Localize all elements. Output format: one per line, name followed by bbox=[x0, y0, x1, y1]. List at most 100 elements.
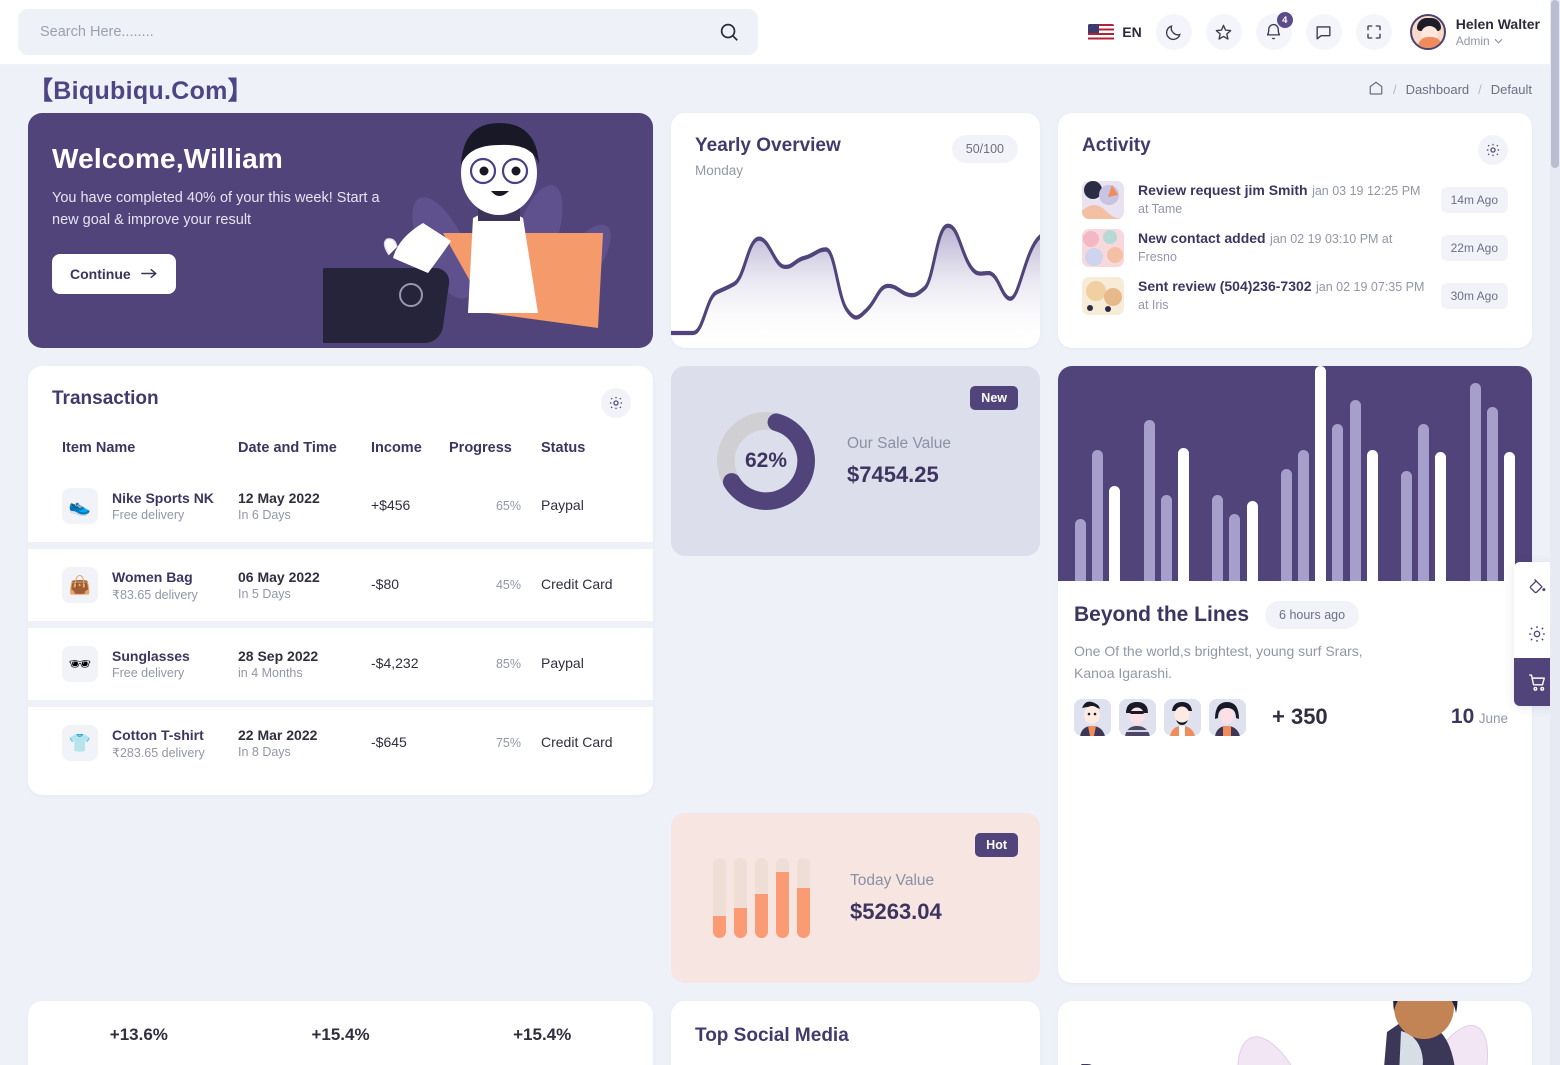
activity-thumbnail bbox=[1082, 277, 1124, 315]
col-income: Income bbox=[371, 440, 422, 456]
continue-button[interactable]: Continue bbox=[52, 253, 176, 294]
bar bbox=[1503, 452, 1515, 581]
row-status: Credit Card bbox=[541, 576, 613, 592]
stat-percent: +15.4% bbox=[513, 1025, 572, 1044]
language-selector[interactable]: EN bbox=[1088, 23, 1142, 41]
bar bbox=[1298, 449, 1310, 581]
row-status: Paypal bbox=[541, 655, 584, 671]
user-name: Helen Walter bbox=[1455, 16, 1540, 32]
progress-bar: 65% bbox=[449, 499, 521, 513]
avatar bbox=[1164, 698, 1201, 736]
bar bbox=[1160, 495, 1172, 581]
bar bbox=[1486, 406, 1498, 581]
table-row-separator bbox=[28, 542, 653, 549]
breadcrumb-bar: 【Biqubiqu.Com】 / Dashboard / Default bbox=[0, 65, 1560, 113]
star-icon[interactable] bbox=[1205, 14, 1242, 50]
table-row-separator bbox=[28, 700, 653, 707]
bar bbox=[776, 858, 789, 938]
breadcrumb-sep-1: / bbox=[1392, 81, 1397, 97]
page-scrollbar[interactable] bbox=[1550, 0, 1560, 1065]
item-sub: ₹283.65 delivery bbox=[112, 745, 205, 760]
home-icon[interactable] bbox=[1368, 80, 1384, 99]
bar-column bbox=[1398, 366, 1415, 581]
row-date-sub: In 5 Days bbox=[238, 587, 291, 601]
table-row[interactable]: 👜 Women Bag ₹83.65 delivery 06 May 2022 In 5… bbox=[28, 555, 653, 615]
search-icon[interactable] bbox=[718, 21, 740, 43]
welcome-illustration bbox=[323, 123, 611, 343]
progress-label: 45% bbox=[495, 578, 521, 592]
stat-item: +13.6%Total Investment$7454.25 bbox=[38, 1025, 240, 1065]
row-date-sub: in 4 Months bbox=[238, 666, 303, 680]
bar-column bbox=[1278, 366, 1295, 581]
bell-icon[interactable]: 4 bbox=[1255, 12, 1293, 50]
sale-value-label: Our Sale Value bbox=[847, 434, 951, 452]
activity-item-title: New contact added bbox=[1138, 230, 1266, 246]
beyond-bar-chart bbox=[1058, 366, 1532, 581]
fullscreen-icon[interactable] bbox=[1355, 14, 1392, 50]
flag-icon bbox=[1088, 23, 1115, 41]
stats-card: +13.6%Total Investment$7454.25+15.4%Tota… bbox=[28, 1001, 653, 1065]
activity-card: Activity Review request jim Smith jan 03… bbox=[1058, 113, 1532, 348]
header-actions: EN 4 Helen Walter Admin bbox=[1088, 12, 1540, 50]
bar bbox=[1418, 424, 1430, 581]
activity-item[interactable]: New contact added jan 02 19 03:10 PM at … bbox=[1082, 229, 1508, 267]
sale-value-card: New 62% Our Sale Value $7454.25 bbox=[671, 366, 1040, 556]
bar-column bbox=[1381, 366, 1398, 581]
bar-column bbox=[1158, 366, 1175, 581]
arrow-right-icon bbox=[140, 269, 157, 279]
gear-icon[interactable] bbox=[1478, 135, 1508, 165]
moon-icon[interactable] bbox=[1155, 14, 1192, 50]
bar bbox=[1366, 449, 1378, 581]
bar-column bbox=[1141, 366, 1158, 581]
activity-item[interactable]: Review request jim Smith jan 03 19 12:25… bbox=[1082, 181, 1508, 219]
activity-thumbnail bbox=[1082, 181, 1124, 219]
gear-icon[interactable] bbox=[601, 388, 631, 418]
bar bbox=[1212, 495, 1224, 581]
table-row[interactable]: 🕶 Sunglasses Free delivery 28 Sep 2022 in 4 … bbox=[28, 634, 653, 694]
sale-value-amount: $7454.25 bbox=[847, 461, 939, 487]
bar-column bbox=[1209, 366, 1226, 581]
breadcrumb-item-dashboard[interactable]: Dashboard bbox=[1406, 82, 1470, 97]
bag-icon: 👜 bbox=[62, 567, 98, 603]
row-date: 12 May 2022 bbox=[238, 490, 320, 506]
row-date-sub: In 8 Days bbox=[238, 745, 291, 759]
bar-column bbox=[1123, 366, 1140, 581]
transaction-table: Item Name Date and Time Income Progress … bbox=[28, 434, 653, 779]
bar bbox=[1280, 469, 1292, 581]
activity-list: Review request jim Smith jan 03 19 12:25… bbox=[1082, 181, 1508, 315]
user-menu[interactable]: Helen Walter Admin bbox=[1409, 14, 1540, 50]
today-value-card: Hot Today Value $5263.04 bbox=[671, 813, 1040, 983]
bar bbox=[1178, 447, 1190, 581]
stat-item: +15.4%Total Gain$7454.25 bbox=[240, 1025, 442, 1065]
notification-badge: 4 bbox=[1276, 12, 1293, 28]
bar-column bbox=[1175, 366, 1192, 581]
activity-title: Activity bbox=[1082, 135, 1151, 156]
table-row[interactable]: 👕 Cotton T-shirt ₹283.65 delivery 22 Mar 20… bbox=[28, 713, 653, 773]
row-date: 06 May 2022 bbox=[238, 569, 320, 585]
item-name: Nike Sports NK bbox=[112, 490, 214, 506]
sale-value-donut-chart: 62% bbox=[713, 408, 819, 514]
bar-column bbox=[1089, 366, 1106, 581]
row-income: -$80 bbox=[371, 576, 400, 592]
activity-item[interactable]: Sent review (504)236-7302 jan 02 19 07:3… bbox=[1082, 277, 1508, 315]
search-bar[interactable] bbox=[18, 9, 758, 55]
table-row[interactable]: 👟 Nike Sports NK Free delivery 12 May 2022 I… bbox=[28, 476, 653, 536]
beyond-description: One Of the world,s brightest, young surf… bbox=[1074, 643, 1363, 682]
yearly-title: Yearly Overview bbox=[695, 135, 841, 156]
row-income: -$4,232 bbox=[371, 655, 419, 671]
search-input[interactable] bbox=[40, 24, 718, 40]
bar bbox=[755, 858, 768, 938]
activity-item-title: Review request jim Smith bbox=[1138, 182, 1308, 198]
bar bbox=[1469, 383, 1481, 581]
progress-label: 75% bbox=[495, 736, 521, 750]
chevron-down-icon bbox=[1494, 38, 1503, 44]
avatar bbox=[1209, 698, 1246, 736]
chat-icon[interactable] bbox=[1305, 14, 1342, 50]
progress-label: 65% bbox=[495, 499, 521, 513]
col-item-name: Item Name bbox=[62, 440, 136, 456]
bar-column bbox=[1072, 366, 1089, 581]
bar-column bbox=[1312, 366, 1329, 581]
today-value-label: Today Value bbox=[850, 871, 935, 889]
top-social-media-card: Top Social Media Facebook Social Media ↑… bbox=[671, 1001, 1040, 1065]
yearly-area-chart bbox=[671, 223, 1040, 348]
